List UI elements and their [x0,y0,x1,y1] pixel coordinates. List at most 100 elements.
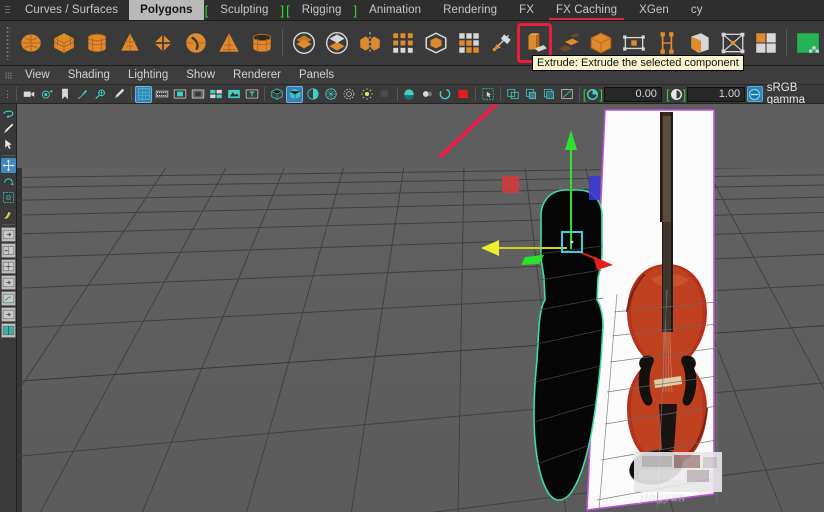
layout-outliner-persp-icon[interactable] [0,323,16,338]
shelf-drag-handle[interactable] [2,21,14,65]
layout-single-icon[interactable] [0,227,16,242]
panel-menu-shading[interactable]: Shading [59,69,119,81]
select-tool-icon[interactable] [1,137,16,152]
maya-window: Curves / Surfaces Polygons[Sculpting][Rig… [0,0,824,512]
layout-persp-outliner-icon[interactable] [0,275,16,290]
viewport-scene [17,104,824,512]
shelf-tab-animation[interactable]: Animation [358,0,432,20]
color-management-icon[interactable] [747,86,763,102]
layout-two-pane-icon[interactable] [0,243,16,258]
smooth-shade-icon[interactable] [286,85,303,103]
wireframe-icon[interactable] [268,86,285,103]
toolbar-divider [475,87,477,101]
bevel-edge-icon[interactable] [486,25,517,61]
image-plane-icon[interactable] [74,86,91,103]
panel-menu-lighting[interactable]: Lighting [119,69,177,81]
textured-icon[interactable] [322,86,339,103]
film-gate-icon[interactable] [153,86,170,103]
shelf-tab-rigging[interactable]: Rigging [291,0,353,20]
color-management-label: sRGB gamma [766,82,806,106]
poly-cylinder-icon[interactable] [81,25,112,61]
gamma-value-field[interactable]: 1.00 [687,86,746,102]
panel-menu-renderer[interactable]: Renderer [224,69,290,81]
viewport-toolbar: ⋮ [ ] 0.00 [ ] 1.00 sRGB gamma [0,82,824,106]
gamma-icon[interactable] [670,88,683,101]
layout-persp-graph-icon[interactable] [0,307,16,322]
rotate-tool-icon[interactable] [1,174,16,189]
exposure-value-field[interactable]: 0.00 [603,86,662,102]
boolean-cube-icon[interactable] [420,25,451,61]
main-body: jingyan [0,104,824,512]
shelf-tab-xgen[interactable]: XGen [628,0,680,20]
poly-cone-icon[interactable] [114,25,145,61]
camera-attributes-icon[interactable] [38,86,55,103]
poly-plane-icon[interactable] [147,25,178,61]
toolbar-divider [396,87,398,101]
panel-menu-view[interactable]: View [16,69,59,81]
field-chart-icon[interactable] [207,86,224,103]
mirror-icon[interactable] [354,25,385,61]
xray-bounding-icon[interactable] [540,86,557,103]
toolbar-divider [16,87,17,101]
separate-icon[interactable] [321,25,352,61]
bookmark-icon[interactable] [56,86,73,103]
panel-menu-panels[interactable]: Panels [290,69,343,81]
shelf-separator [786,29,787,57]
scale-tool-icon[interactable] [1,190,16,205]
safe-action-icon[interactable] [225,86,242,103]
poly-pyramid-icon[interactable] [213,25,244,61]
exposure-icon[interactable] [586,88,599,101]
resolution-gate-icon[interactable] [171,86,188,103]
xray-icon[interactable] [340,86,357,103]
multicut-grid-icon[interactable] [453,25,484,61]
isolate-select-icon[interactable] [480,86,497,103]
poly-torus-icon[interactable] [180,25,211,61]
grease-pencil-icon[interactable] [110,86,127,103]
xray-active-components-icon[interactable] [522,86,539,103]
panel-menu-show[interactable]: Show [177,69,224,81]
move-tool-icon[interactable] [0,158,16,173]
poly-pipe-icon[interactable] [246,25,277,61]
smooth-grid-icon[interactable] [387,25,418,61]
lighting-icon[interactable] [358,86,375,103]
shelf-tab-curves-surfaces[interactable]: Curves / Surfaces [14,0,129,20]
viewport-toolbar-grip[interactable]: ⋮ [2,89,13,100]
quad-draw-icon[interactable] [750,25,781,61]
extrude-tooltip: Extrude: Extrude the selected component [532,55,744,71]
exposure-reset-icon[interactable] [558,86,575,103]
shade-wireframe-icon[interactable] [304,86,321,103]
grid-display-icon[interactable] [135,85,153,103]
lasso-select-icon[interactable] [1,105,16,120]
shelf-tab-empty-space [713,0,824,20]
last-tool-icon[interactable] [1,206,16,221]
shelf-tab-cy[interactable]: cy [680,0,714,20]
motion-blur-icon[interactable] [419,86,436,103]
poly-cube-icon[interactable] [48,25,79,61]
two-d-pan-zoom-icon[interactable] [92,86,109,103]
toolbar-divider [578,87,580,101]
gate-mask-icon[interactable] [189,86,206,103]
shelf-tab-bar: Curves / Surfaces Polygons[Sculpting][Rig… [0,0,824,21]
panel-menu-grip[interactable] [0,71,16,79]
layout-four-view-icon[interactable] [0,259,16,274]
shelf-tab-fx[interactable]: FX [508,0,545,20]
combine-icon[interactable] [288,25,319,61]
perspective-viewport[interactable]: jingyan [17,104,824,512]
shelf-tab-sculpting[interactable]: Sculpting [209,0,279,20]
toolbar-divider [130,87,132,101]
viewport-render-icon[interactable] [455,86,472,103]
paint-select-icon[interactable] [1,121,16,136]
shelf-tab-grip[interactable] [0,0,14,20]
shelf-tab-fx-caching[interactable]: FX Caching [545,0,628,20]
shelf-tab-polygons[interactable]: Polygons [129,0,204,20]
poly-sphere-icon[interactable] [15,25,46,61]
shelf-tab-rendering[interactable]: Rendering [432,0,508,20]
uv-editor-icon[interactable] [792,25,823,61]
safe-title-icon[interactable] [243,86,260,103]
aa-quality-icon[interactable] [401,86,418,103]
shadows-icon[interactable] [376,86,393,103]
xray-joints-icon[interactable] [504,86,521,103]
ambient-occlusion-icon[interactable] [437,86,454,103]
camera-icon[interactable] [20,86,37,103]
layout-hypershade-icon[interactable] [0,291,16,306]
